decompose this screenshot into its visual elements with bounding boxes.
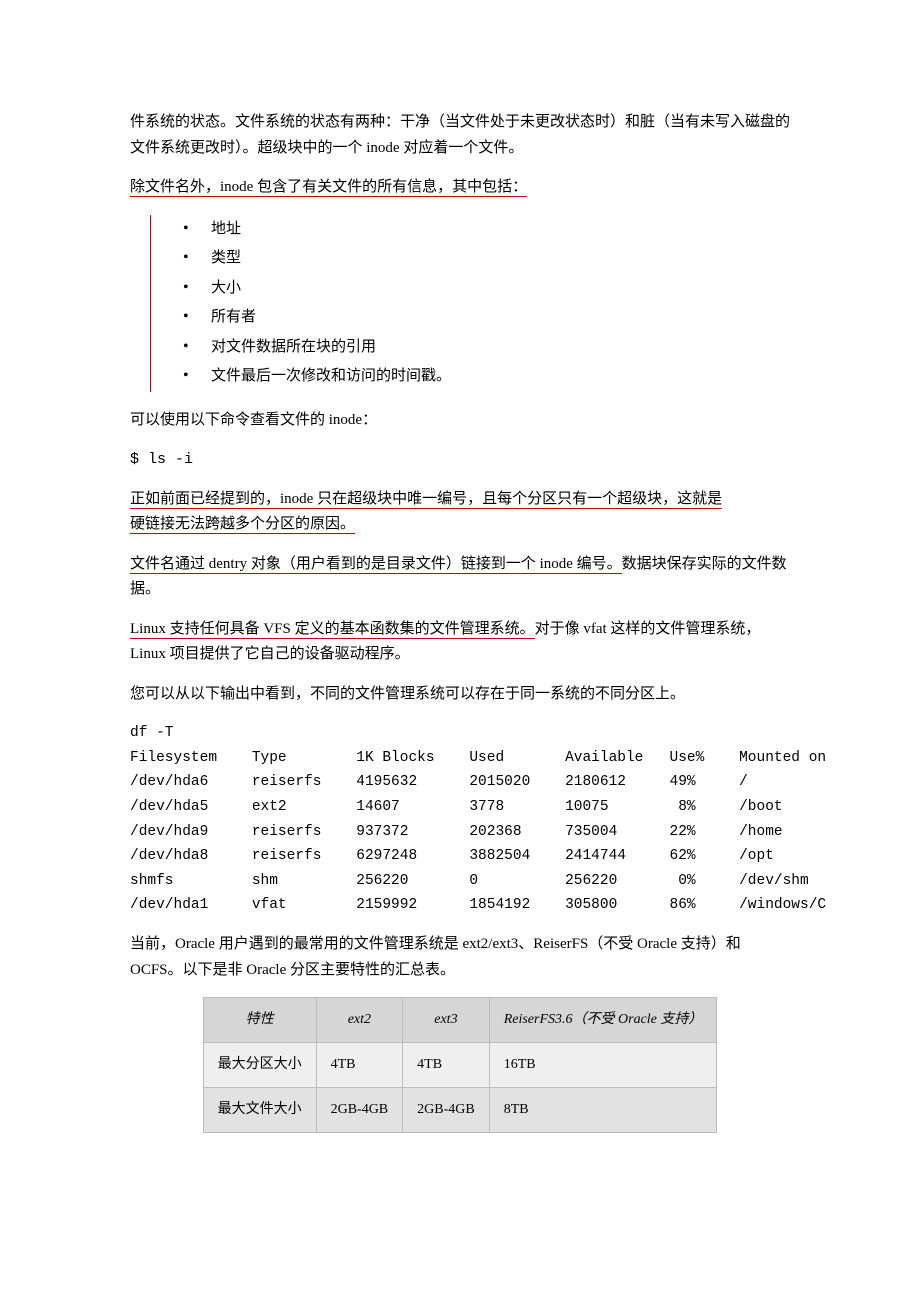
para-vfs: Linux 支持任何具备 VFS 定义的基本函数集的文件管理系统。对于像 vfa… [130,617,790,668]
intro-paragraph: 件系统的状态。文件系统的状态有两种：干净（当文件处于未更改状态时）和脏（当有未写… [130,110,790,161]
para-unique-line2: 硬链接无法跨越多个分区的原因。 [130,516,355,534]
th-ext2: ext2 [316,998,403,1043]
cmd-intro: 可以使用以下命令查看文件的 inode： [130,408,790,434]
fs-table-wrap: 特性 ext2 ext3 ReiserFS3.6（不受 Oracle 支持） 最… [130,997,790,1132]
td: 4TB [403,1042,490,1087]
td: 最大文件大小 [203,1087,316,1132]
document-page: 件系统的状态。文件系统的状态有两种：干净（当文件处于未更改状态时）和脏（当有未写… [0,0,920,1302]
list-item: 所有者 [177,303,790,333]
para-dentry: 文件名通过 dentry 对象（用户看到的是目录文件）链接到一个 inode 编… [130,552,790,603]
para-dentry-u: 文件名通过 dentry 对象（用户看到的是目录文件）链接到一个 inode 编… [130,556,622,574]
df-output: df -T Filesystem Type 1K Blocks Used Ava… [130,721,790,918]
para-unique: 正如前面已经提到的，inode 只在超级块中唯一编号，且每个分区只有一个超级块，… [130,487,790,538]
table-header-row: 特性 ext2 ext3 ReiserFS3.6（不受 Oracle 支持） [203,998,717,1043]
para-oracle: 当前，Oracle 用户遇到的最常用的文件管理系统是 ext2/ext3、Rei… [130,932,790,983]
table-row: 最大分区大小 4TB 4TB 16TB [203,1042,717,1087]
td: 16TB [489,1042,717,1087]
para-vfs-u: Linux 支持任何具备 VFS 定义的基本函数集的文件管理系统。 [130,621,535,639]
command-text: $ ls -i [130,447,790,473]
th-ext3: ext3 [403,998,490,1043]
para-unique-line1: 正如前面已经提到的，inode 只在超级块中唯一编号，且每个分区只有一个超级块，… [130,491,722,509]
list-item: 大小 [177,274,790,304]
inode-list: 地址 类型 大小 所有者 对文件数据所在块的引用 文件最后一次修改和访问的时间戳… [150,215,790,392]
th-reiserfs: ReiserFS3.6（不受 Oracle 支持） [489,998,717,1043]
list-item: 地址 [177,215,790,245]
td: 2GB-4GB [403,1087,490,1132]
inode-heading: 除文件名外，inode 包含了有关文件的所有信息，其中包括： [130,175,790,201]
inode-heading-text: 除文件名外，inode 包含了有关文件的所有信息，其中包括： [130,179,527,197]
list-item: 文件最后一次修改和访问的时间戳。 [177,362,790,392]
td: 8TB [489,1087,717,1132]
list-item: 类型 [177,244,790,274]
table-row: 最大文件大小 2GB-4GB 2GB-4GB 8TB [203,1087,717,1132]
td: 4TB [316,1042,403,1087]
fs-comparison-table: 特性 ext2 ext3 ReiserFS3.6（不受 Oracle 支持） 最… [203,997,718,1132]
td: 2GB-4GB [316,1087,403,1132]
th-feature: 特性 [203,998,316,1043]
list-item: 对文件数据所在块的引用 [177,333,790,363]
td: 最大分区大小 [203,1042,316,1087]
para-df-intro: 您可以从以下输出中看到，不同的文件管理系统可以存在于同一系统的不同分区上。 [130,682,790,708]
